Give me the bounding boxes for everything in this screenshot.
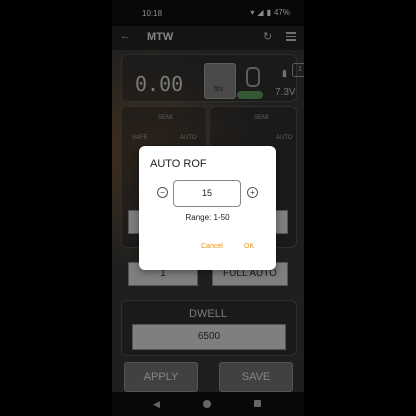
cancel-button[interactable]: Cancel	[201, 243, 223, 250]
phone-screen: 10:18 ▾ ◢ ▮ 47% ← MTW ↻ 0.00 ft/s ▮ 1 7.…	[112, 0, 304, 416]
ok-button[interactable]: OK	[244, 243, 254, 250]
increment-icon[interactable]: +	[247, 187, 258, 198]
dialog-title: AUTO ROF	[150, 158, 207, 170]
range-label: Range: 1-50	[185, 213, 230, 222]
auto-rof-dialog: AUTO ROF − 15 + Range: 1-50 Cancel OK	[139, 146, 276, 270]
decrement-icon[interactable]: −	[157, 187, 168, 198]
rof-value-input[interactable]: 15	[173, 180, 241, 207]
